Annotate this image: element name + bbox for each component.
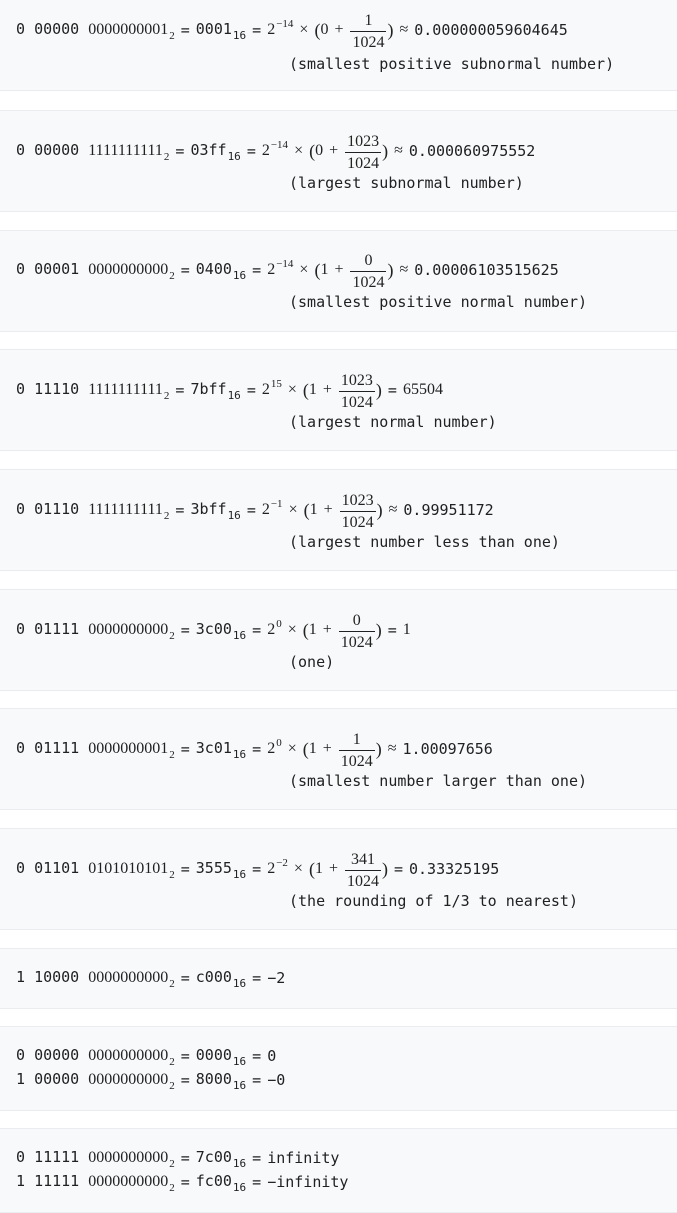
note-text: (one) [289,653,335,671]
hex-value: fc0016 [195,1172,247,1194]
code-block-one: 0 01111 00000000002 = 3c0016 = 20 × (1 + … [0,589,677,691]
fraction: 1023 1024 [339,491,376,531]
formula-line: 1 10000 00000000002 = c00016 = −2 [16,968,286,990]
hex-value: 3c0016 [195,620,247,642]
hex-value: 800016 [195,1070,247,1092]
code-block-below-one: 0 01110 11111111112 = 3bff16 = 2−1 × (1 +… [0,469,677,571]
power-term: 20 [267,736,282,757]
power-term: 20 [267,617,282,638]
note-text: (smallest positive normal number) [289,293,588,311]
formula-line: 0 00000 00000000002 = 000016 = 0 [16,1046,277,1068]
code-block-subnormal-min: 0 00000 00000000012 = 000116 = 2−14 × (0… [0,0,677,91]
bit-pattern: 1 00000 00000000002 [16,1070,175,1092]
hex-value: 355516 [195,859,247,881]
bit-pattern: 0 00000 11111111112 [16,141,170,163]
fraction: 1023 1024 [345,132,382,172]
hex-value: 000016 [195,1046,247,1068]
code-block-normal-max: 0 11110 11111111112 = 7bff16 = 215 × (1 +… [0,349,677,451]
formula-line: 0 00001 00000000002 = 040016 = 2−14 × (1… [16,251,559,291]
bit-pattern: 0 00000 00000000012 [16,20,175,42]
bit-pattern: 0 11110 11111111112 [16,380,170,402]
decimal-value: 1.00097656 [402,740,493,758]
formula-line: 1 11111 00000000002 = fc0016 = −infinity [16,1172,349,1194]
formula-line: 0 01101 01010101012 = 355516 = 2−2 × (1 +… [16,850,500,890]
code-block-normal-min: 0 00001 00000000002 = 040016 = 2−14 × (1… [0,230,677,332]
power-term: 2−14 [267,257,294,278]
decimal-value: 0.99951172 [403,501,494,519]
bit-pattern: 0 01101 01010101012 [16,859,175,881]
formula-line: 0 01111 00000000012 = 3c0116 = 20 × (1 + … [16,730,493,770]
power-term: 2−1 [261,497,283,518]
fraction: 1 1024 [338,730,375,770]
fraction: 0 1024 [350,251,387,291]
note-text: (smallest positive subnormal number) [289,55,615,73]
formula-line: 0 00000 11111111112 = 03ff16 = 2−14 × (0… [16,132,536,172]
fraction: 0 1024 [338,611,375,651]
bit-pattern: 0 01111 00000000012 [16,739,175,761]
decimal-value: 65504 [402,381,443,398]
decimal-value: −0 [267,1071,286,1089]
hex-value: 3c0116 [195,739,247,761]
hex-value: 3bff16 [190,500,241,522]
code-block-infinities: 0 11111 00000000002 = 7c0016 = infinity … [0,1128,677,1213]
decimal-value: −infinity [267,1173,349,1191]
decimal-value: 1 [402,621,411,638]
hex-value: 040016 [195,260,247,282]
decimal-value: 0.000060975552 [408,142,536,160]
code-block-minus-two: 1 10000 00000000002 = c00016 = −2 [0,948,677,1009]
formula-line: 0 00000 00000000012 = 000116 = 2−14 × (0… [16,11,568,51]
bit-pattern: 1 11111 00000000002 [16,1172,175,1194]
decimal-value: 0 [267,1047,277,1065]
note-text: (largest subnormal number) [289,174,524,192]
bit-pattern: 0 01111 00000000002 [16,620,175,642]
fraction: 341 1024 [344,850,381,890]
code-block-subnormal-max: 0 00000 11111111112 = 03ff16 = 2−14 × (0… [0,110,677,212]
formula-line: 1 00000 00000000002 = 800016 = −0 [16,1070,286,1092]
formula-line: 0 01111 00000000002 = 3c0016 = 20 × (1 + … [16,611,411,651]
code-block-above-one: 0 01111 00000000012 = 3c0116 = 20 × (1 + … [0,708,677,810]
code-block-zeros: 0 00000 00000000002 = 000016 = 0 1 00000… [0,1026,677,1111]
bit-pattern: 0 11111 00000000002 [16,1148,175,1170]
formula-line: 0 01110 11111111112 = 3bff16 = 2−1 × (1 +… [16,491,494,531]
hex-value: 7bff16 [190,380,241,402]
power-term: 2−2 [267,856,288,877]
code-block-one-third: 0 01101 01010101012 = 355516 = 2−2 × (1 +… [0,828,677,930]
decimal-value: 0.00006103515625 [414,261,559,279]
decimal-value: 0.33325195 [409,860,500,878]
formula-line: 0 11110 11111111112 = 7bff16 = 215 × (1 +… [16,371,443,411]
bit-pattern: 0 01110 11111111112 [16,500,170,522]
hex-value: 7c0016 [195,1148,247,1170]
fraction: 1023 1024 [338,371,375,411]
decimal-value: infinity [267,1149,340,1167]
decimal-value: 0.000000059604645 [414,21,568,39]
power-term: 2−14 [261,138,289,159]
hex-value: c00016 [195,968,247,990]
note-text: (largest normal number) [289,413,497,431]
hex-value: 03ff16 [190,141,241,163]
decimal-value: −2 [267,969,286,987]
formula-line: 0 11111 00000000002 = 7c0016 = infinity [16,1148,340,1170]
note-text: (largest number less than one) [289,533,560,551]
bit-pattern: 0 00000 00000000002 [16,1046,175,1068]
power-term: 215 [261,377,282,398]
fraction: 1 1024 [350,11,387,51]
note-text: (smallest number larger than one) [289,772,588,790]
bit-pattern: 1 10000 00000000002 [16,968,175,990]
bit-pattern: 0 00001 00000000002 [16,260,175,282]
hex-value: 000116 [195,20,247,42]
note-text: (the rounding of 1/3 to nearest) [289,892,578,910]
power-term: 2−14 [267,17,294,38]
